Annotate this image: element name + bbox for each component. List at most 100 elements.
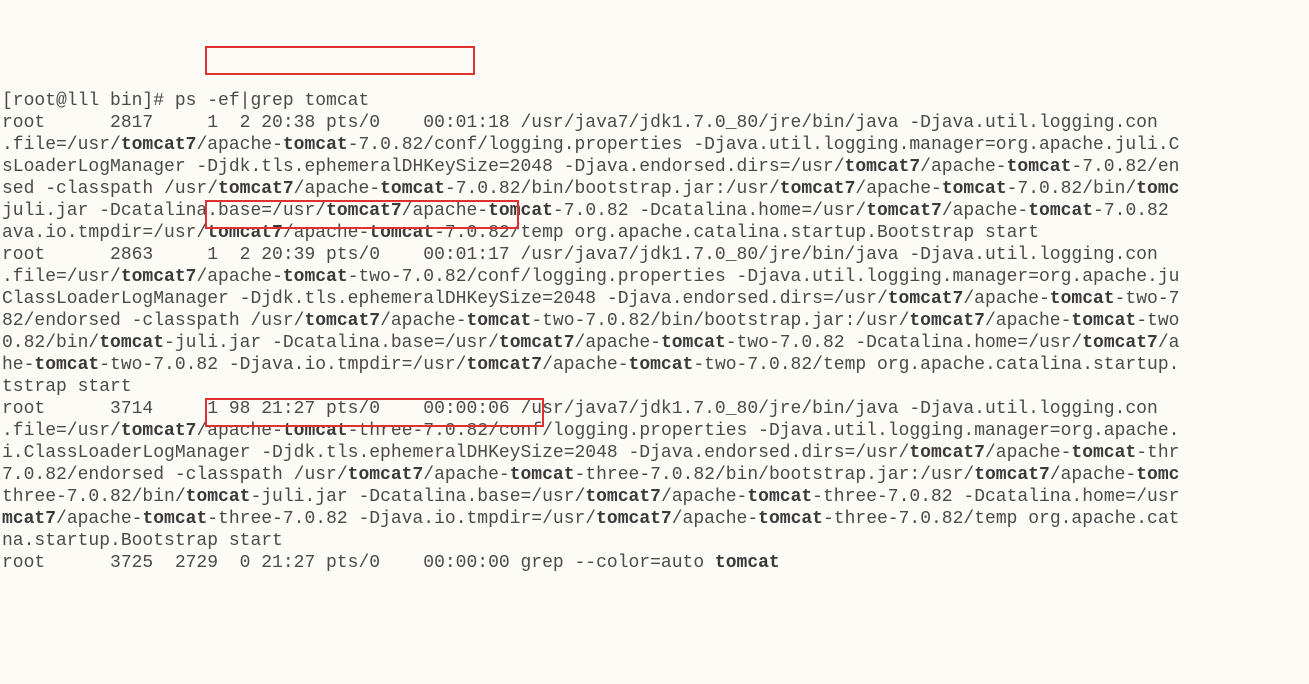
output-text: /a [1158, 333, 1180, 353]
match-text: tomcat7 [909, 443, 985, 463]
output-text: 7.0.82/endorsed -classpath /usr/ [2, 465, 348, 485]
output-text: /apache- [963, 289, 1049, 309]
match-text: tomcat [283, 135, 348, 155]
output-text: he- [2, 355, 34, 375]
output-text: /apache- [402, 201, 488, 221]
match-text: tomcat [629, 355, 694, 375]
output-line: juli.jar -Dcatalina.base=/usr/tomcat7/ap… [2, 200, 1307, 222]
output-text: /apache- [56, 509, 142, 529]
match-text: tomcat7 [348, 465, 424, 485]
output-text: sed -classpath /usr/ [2, 179, 218, 199]
match-text: tomcat [1050, 289, 1115, 309]
output-text: 82/endorsed -classpath /usr/ [2, 311, 304, 331]
output-line: mcat7/apache-tomcat-three-7.0.82 -Djava.… [2, 508, 1307, 530]
annotation-box-1 [205, 46, 475, 75]
output-line: 0.82/bin/tomcat-juli.jar -Dcatalina.base… [2, 332, 1307, 354]
output-text: -juli.jar -Dcatalina.base=/usr/ [164, 333, 499, 353]
output-text: /apache- [196, 135, 282, 155]
output-line: root 2863 1 2 20:39 pts/0 00:01:17 /usr/… [2, 244, 1307, 266]
output-text: -two-7.0.82 -Djava.io.tmpdir=/usr/ [99, 355, 466, 375]
output-text: root 3725 2729 0 21:27 pts/0 00:00:00 gr… [2, 553, 715, 573]
output-text: /apache- [283, 223, 369, 243]
output-text: /apache- [661, 487, 747, 507]
match-text: tomc [1136, 465, 1179, 485]
output-text: -three-7.0.82/conf/logging.properties -D… [348, 421, 1180, 441]
output-text: /apache- [294, 179, 380, 199]
output-text: -three-7.0.82 -Dcatalina.home=/usr [812, 487, 1179, 507]
match-text: tomcat7 [121, 267, 197, 287]
output-line: .file=/usr/tomcat7/apache-tomcat-two-7.0… [2, 266, 1307, 288]
output-text: /apache- [855, 179, 941, 199]
output-text: /apache- [196, 421, 282, 441]
output-line: he-tomcat-two-7.0.82 -Djava.io.tmpdir=/u… [2, 354, 1307, 376]
output-text: -7.0.82 -Dcatalina.home=/usr/ [553, 201, 866, 221]
match-text: tomcat7 [1082, 333, 1158, 353]
output-text: -7.0.82 [1093, 201, 1169, 221]
match-text: tomcat [942, 179, 1007, 199]
match-text: tomcat [34, 355, 99, 375]
match-text: tomcat7 [845, 157, 921, 177]
output-text: /apache- [1050, 465, 1136, 485]
output-text: -three-7.0.82/temp org.apache.cat [823, 509, 1179, 529]
output-text: -7.0.82/conf/logging.properties -Djava.u… [348, 135, 1180, 155]
match-text: tomcat [369, 223, 434, 243]
output-text: .file=/usr/ [2, 421, 121, 441]
output-line: i.ClassLoaderLogManager -Djdk.tls.epheme… [2, 442, 1307, 464]
output-line: root 2817 1 2 20:38 pts/0 00:01:18 /usr/… [2, 112, 1307, 134]
match-text: tomcat7 [780, 179, 856, 199]
terminal-output: [root@lll bin]# ps -ef|grep tomcatroot 2… [2, 90, 1307, 574]
output-text: -juli.jar -Dcatalina.base=/usr/ [250, 487, 585, 507]
match-text: tomcat7 [121, 421, 197, 441]
match-text: tomcat [510, 465, 575, 485]
output-text: root 2863 1 2 20:39 pts/0 00:01:17 /usr/… [2, 245, 1158, 265]
output-text: /apache- [196, 267, 282, 287]
match-text: tomcat [142, 509, 207, 529]
output-line: na.startup.Bootstrap start [2, 530, 1307, 552]
output-line: three-7.0.82/bin/tomcat -juli.jar -Dcatal… [2, 486, 1307, 508]
match-text: tomcat [747, 487, 812, 507]
output-text: /apache- [942, 201, 1028, 221]
output-line: ava.io.tmpdir=/usr/tomcat7/apache-tomcat… [2, 222, 1307, 244]
match-text: tomcat [1071, 311, 1136, 331]
match-text: tomcat7 [585, 487, 661, 507]
match-text: tomcat7 [207, 223, 283, 243]
output-line: .file=/usr/tomcat7/apache-tomcat-three-7… [2, 420, 1307, 442]
output-text: -two [1136, 311, 1179, 331]
output-line: .file=/usr/tomcat7/apache-tomcat-7.0.82/… [2, 134, 1307, 156]
shell-command: ps -ef|grep tomcat [175, 91, 369, 111]
output-text: /apache- [575, 333, 661, 353]
output-text: juli.jar -Dcatalina.base=/usr/ [2, 201, 326, 221]
output-text: /apache- [380, 311, 466, 331]
output-text: tstrap start [2, 377, 132, 397]
output-text: -7.0.82/bin/ [1007, 179, 1137, 199]
output-text: na.startup.Bootstrap start [2, 531, 283, 551]
match-text: tomcat7 [304, 311, 380, 331]
output-text: -two-7 [1115, 289, 1180, 309]
match-text: tomcat [488, 201, 553, 221]
output-text: root 3714 1 98 21:27 pts/0 00:00:06 /usr… [2, 399, 1158, 419]
output-text: three-7.0.82/bin/ [2, 487, 186, 507]
match-text: tomcat7 [888, 289, 964, 309]
match-text: tomcat [283, 421, 348, 441]
match-text: tomcat7 [866, 201, 942, 221]
output-text: -two-7.0.82/temp org.apache.catalina.sta… [693, 355, 1179, 375]
output-text: sLoaderLogManager -Djdk.tls.ephemeralDHK… [2, 157, 845, 177]
output-text: ClassLoaderLogManager -Djdk.tls.ephemera… [2, 289, 888, 309]
match-text: tomcat [283, 267, 348, 287]
output-text: -two-7.0.82/bin/bootstrap.jar:/usr/ [531, 311, 909, 331]
output-text: -two-7.0.82/conf/logging.properties -Dja… [348, 267, 1180, 287]
output-text: .file=/usr/ [2, 135, 121, 155]
match-text: mcat7 [2, 509, 56, 529]
output-text: -two-7.0.82 -Dcatalina.home=/usr/ [726, 333, 1082, 353]
output-line: sLoaderLogManager -Djdk.tls.ephemeralDHK… [2, 156, 1307, 178]
output-line: 7.0.82/endorsed -classpath /usr/tomcat7 /… [2, 464, 1307, 486]
output-line: root 3714 1 98 21:27 pts/0 00:00:06 /usr… [2, 398, 1307, 420]
match-text: tomcat [1071, 443, 1136, 463]
output-text: /apache- [672, 509, 758, 529]
match-text: tomc [1136, 179, 1179, 199]
match-text: tomcat7 [121, 135, 197, 155]
output-text: -thr [1136, 443, 1179, 463]
match-text: tomcat [758, 509, 823, 529]
output-line: root 3725 2729 0 21:27 pts/0 00:00:00 gr… [2, 552, 1307, 574]
match-text: tomcat [1028, 201, 1093, 221]
